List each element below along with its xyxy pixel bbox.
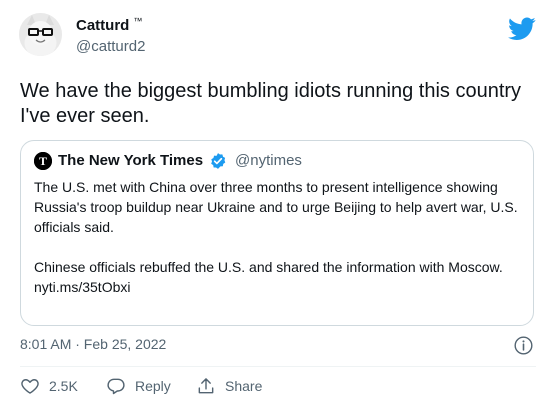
- quoted-tweet[interactable]: T The New York Times @nytimes The U.S. m…: [20, 140, 534, 326]
- heart-icon: [21, 379, 39, 394]
- quoted-author-name[interactable]: The New York Times: [58, 152, 203, 169]
- author-name[interactable]: Catturd ™: [76, 16, 142, 34]
- author-name-text[interactable]: Catturd: [76, 17, 129, 34]
- tweet-text: We have the biggest bumbling idiots runn…: [20, 80, 522, 127]
- share-icon: [198, 378, 214, 394]
- like-count: 2.5K: [49, 378, 78, 394]
- svg-text:T: T: [39, 154, 47, 168]
- quoted-paragraph-1: The U.S. met with China over three month…: [34, 179, 518, 235]
- quoted-link[interactable]: nyti.ms/35tObxi: [34, 277, 524, 297]
- reply-label: Reply: [135, 378, 171, 394]
- verified-badge-icon: [211, 153, 226, 169]
- timestamp[interactable]: 8:01 AM · Feb 25, 2022: [20, 336, 166, 352]
- reply-icon: [107, 378, 125, 395]
- like-button[interactable]: 2.5K: [20, 374, 78, 398]
- share-button[interactable]: Share: [196, 374, 262, 398]
- divider: [20, 366, 536, 367]
- quoted-paragraph-2: Chinese officials rebuffed the U.S. and …: [34, 259, 503, 275]
- author-handle[interactable]: @catturd2: [76, 38, 145, 55]
- nyt-logo-icon: T: [34, 152, 52, 170]
- quoted-author-handle[interactable]: @nytimes: [235, 152, 302, 169]
- avatar[interactable]: [19, 13, 62, 56]
- tweet-card: Catturd ™ @catturd2 We have the biggest b…: [0, 0, 558, 407]
- twitter-bird-icon[interactable]: [508, 17, 536, 41]
- info-icon[interactable]: [513, 335, 534, 356]
- quoted-tweet-body: The U.S. met with China over three month…: [34, 177, 524, 297]
- trademark-symbol: ™: [133, 16, 143, 26]
- share-label: Share: [225, 378, 263, 394]
- reply-button[interactable]: Reply: [106, 374, 171, 398]
